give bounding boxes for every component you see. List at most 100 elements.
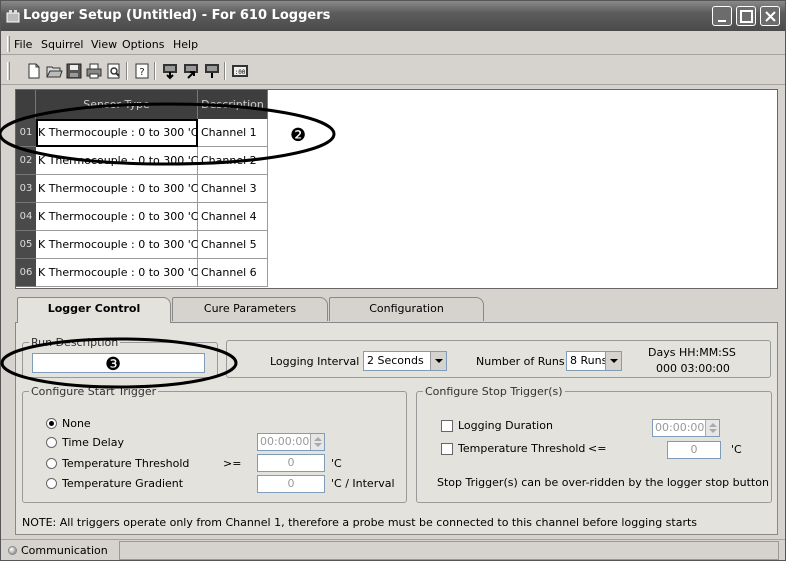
start-temp-threshold-input[interactable]: 0 — [257, 454, 325, 472]
grid-row[interactable]: 03 K Thermocouple : 0 to 300 'C Channel … — [16, 175, 268, 203]
chevron-down-icon[interactable] — [430, 352, 446, 370]
description-header[interactable]: Description — [198, 90, 268, 119]
row-number: 06 — [16, 259, 36, 287]
close-icon — [765, 11, 776, 22]
new-icon[interactable] — [25, 62, 43, 80]
toolbar-separator — [154, 62, 156, 80]
minimize-icon — [718, 20, 726, 22]
sensor-type-cell[interactable]: K Thermocouple : 0 to 300 'C — [36, 147, 198, 175]
duration-value: 000 03:00:00 — [656, 362, 730, 375]
logging-duration-checkbox[interactable] — [441, 420, 453, 432]
row-number: 04 — [16, 203, 36, 231]
start-time-delay-radio[interactable] — [46, 437, 57, 448]
stop-temp-threshold-label: Temperature Threshold — [458, 442, 586, 455]
minimize-button[interactable] — [712, 6, 732, 26]
stop-temp-threshold-input[interactable]: 0 — [667, 441, 721, 459]
menu-squirrel[interactable]: Squirrel — [41, 38, 83, 51]
grid-row[interactable]: 06 K Thermocouple : 0 to 300 'C Channel … — [16, 259, 268, 287]
start-none-label: None — [62, 417, 91, 430]
spinner-arrows-icon[interactable] — [705, 420, 719, 436]
description-cell[interactable]: Channel 5 — [198, 231, 268, 259]
stop-temp-threshold-checkbox[interactable] — [441, 443, 453, 455]
sensor-grid: Sensor Type Description 01 K Thermocoupl… — [15, 89, 778, 289]
start-temp-gradient-radio[interactable] — [46, 478, 57, 489]
menu-options[interactable]: Options — [122, 38, 164, 51]
logging-interval-label: Logging Interval — [270, 355, 360, 368]
sensor-type-cell[interactable]: K Thermocouple : 0 to 300 'C — [36, 119, 198, 147]
clock-icon[interactable]: :00 — [231, 62, 249, 80]
chevron-down-icon[interactable] — [605, 352, 621, 370]
logging-duration-input[interactable]: 00:00:00 — [652, 419, 720, 437]
menu-grip — [7, 36, 10, 52]
number-of-runs-select[interactable]: 8 Runs — [566, 351, 622, 371]
row-number: 03 — [16, 175, 36, 203]
row-number: 02 — [16, 147, 36, 175]
grid-row[interactable]: 01 K Thermocouple : 0 to 300 'C Channel … — [16, 119, 268, 147]
logging-duration-label: Logging Duration — [458, 419, 553, 432]
duration-label: Days HH:MM:SS — [648, 346, 736, 359]
toolbar: ? :00 — [1, 57, 785, 85]
window-title: Logger Setup (Untitled) - For 610 Logger… — [23, 8, 331, 23]
description-cell[interactable]: Channel 1 — [198, 119, 268, 147]
menu-view[interactable]: View — [91, 38, 117, 51]
trigger-note: NOTE: All triggers operate only from Cha… — [22, 516, 698, 529]
grid-row[interactable]: 05 K Thermocouple : 0 to 300 'C Channel … — [16, 231, 268, 259]
print-icon[interactable] — [85, 62, 103, 80]
start-temp-threshold-radio[interactable] — [46, 458, 57, 469]
sensor-type-cell[interactable]: K Thermocouple : 0 to 300 'C — [36, 203, 198, 231]
logger-upload-icon[interactable] — [182, 62, 200, 80]
row-number: 01 — [16, 119, 36, 147]
logger-status-icon[interactable] — [203, 62, 221, 80]
save-icon[interactable] — [65, 62, 83, 80]
logger-setup-window: Logger Setup (Untitled) - For 610 Logger… — [0, 0, 786, 561]
grid-row[interactable]: 02 K Thermocouple : 0 to 300 'C Channel … — [16, 147, 268, 175]
start-none-radio[interactable] — [46, 418, 57, 429]
start-temp-gradient-unit: 'C / Interval — [331, 477, 395, 490]
row-number: 05 — [16, 231, 36, 259]
grid-corner — [16, 90, 36, 119]
spinner-arrows-icon[interactable] — [310, 434, 324, 450]
menu-help[interactable]: Help — [173, 38, 198, 51]
description-cell[interactable]: Channel 3 — [198, 175, 268, 203]
tab-logger-control[interactable]: Logger Control — [17, 297, 171, 323]
number-of-runs-label: Number of Runs — [476, 355, 565, 368]
stop-temp-threshold-unit: 'C — [731, 443, 742, 456]
description-cell[interactable]: Channel 6 — [198, 259, 268, 287]
start-temp-threshold-label: Temperature Threshold — [62, 457, 190, 470]
start-time-delay-label: Time Delay — [62, 436, 124, 449]
start-temp-threshold-unit: 'C — [331, 457, 342, 470]
sensor-type-cell[interactable]: K Thermocouple : 0 to 300 'C — [36, 259, 198, 287]
communication-indicator-icon — [8, 546, 17, 555]
toolbar-separator — [224, 62, 226, 80]
close-button[interactable] — [760, 6, 780, 26]
grid-row[interactable]: 04 K Thermocouple : 0 to 300 'C Channel … — [16, 203, 268, 231]
help-icon[interactable]: ? — [133, 62, 151, 80]
start-temp-gradient-label: Temperature Gradient — [62, 477, 184, 490]
stop-temp-threshold-operator: <= — [588, 442, 607, 455]
logging-interval-value: 2 Seconds — [367, 354, 424, 367]
tab-cure-parameters[interactable]: Cure Parameters — [172, 297, 328, 321]
start-time-delay-input[interactable]: 00:00:00 — [257, 433, 325, 451]
description-cell[interactable]: Channel 2 — [198, 147, 268, 175]
title-bar[interactable]: Logger Setup (Untitled) - For 610 Logger… — [1, 1, 785, 31]
logging-interval-select[interactable]: 2 Seconds — [363, 351, 447, 371]
description-cell[interactable]: Channel 4 — [198, 203, 268, 231]
sensor-type-cell[interactable]: K Thermocouple : 0 to 300 'C — [36, 175, 198, 203]
tab-configuration[interactable]: Configuration — [329, 297, 484, 321]
start-temp-gradient-input[interactable]: 0 — [257, 475, 325, 493]
svg-text::00: :00 — [235, 69, 246, 76]
open-icon[interactable] — [45, 62, 63, 80]
run-description-input[interactable] — [32, 353, 205, 373]
maximize-button[interactable] — [736, 6, 756, 26]
sensor-type-header[interactable]: Sensor Type — [36, 90, 198, 119]
number-of-runs-value: 8 Runs — [570, 354, 608, 367]
run-description-label: Run Description — [31, 336, 119, 349]
logger-download-icon[interactable] — [161, 62, 179, 80]
app-icon — [6, 10, 20, 23]
print-preview-icon[interactable] — [105, 62, 123, 80]
menu-file[interactable]: File — [14, 38, 32, 51]
sensor-type-cell[interactable]: K Thermocouple : 0 to 300 'C — [36, 231, 198, 259]
stop-trigger-title: Configure Stop Trigger(s) — [425, 385, 563, 398]
svg-text:?: ? — [139, 67, 144, 78]
logging-duration-value: 00:00:00 — [655, 421, 705, 434]
